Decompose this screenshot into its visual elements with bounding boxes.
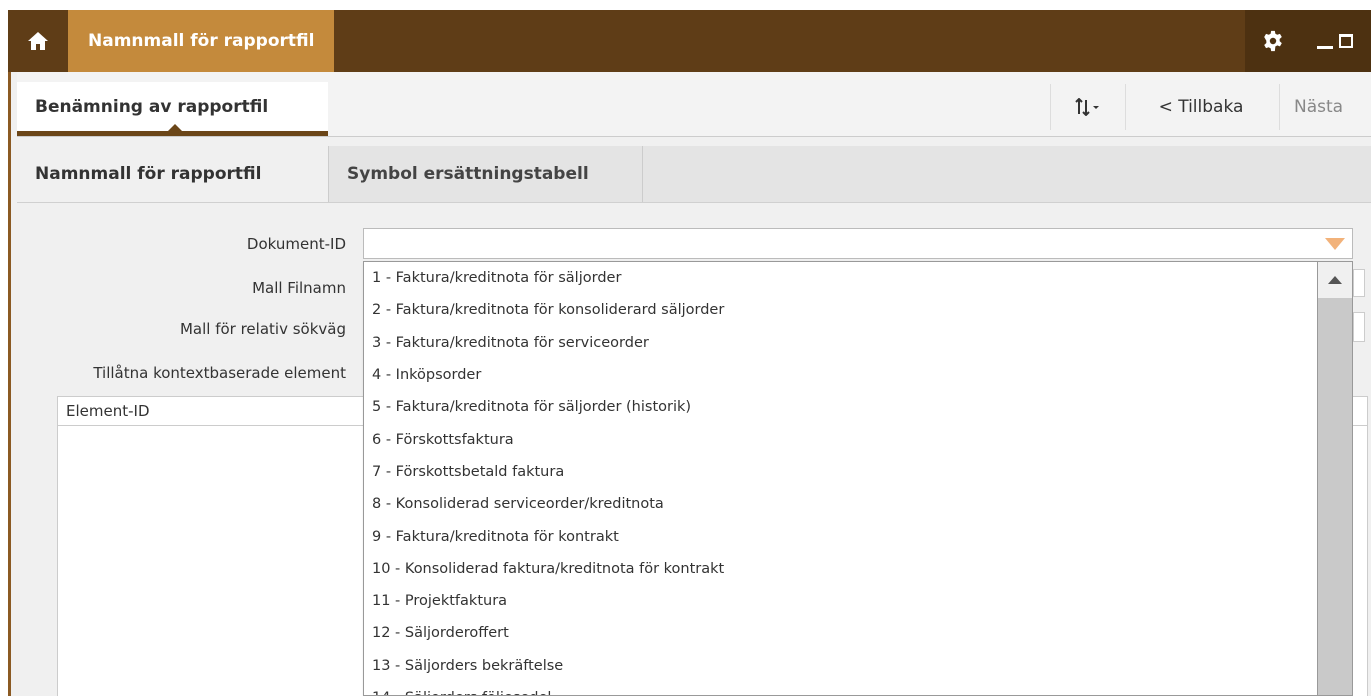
home-button[interactable] bbox=[8, 10, 68, 72]
chevron-down-icon bbox=[1325, 237, 1345, 250]
back-label: < Tillbaka bbox=[1158, 97, 1244, 117]
dropdown-option[interactable]: 13 - Säljorders bekräftelse bbox=[364, 650, 1317, 682]
dropdown-option[interactable]: 8 - Konsoliderad serviceorder/kreditnota bbox=[364, 488, 1317, 520]
dropdown-option[interactable]: 10 - Konsoliderad faktura/kreditnota för… bbox=[364, 553, 1317, 585]
title-bar: Namnmall för rapportfil bbox=[8, 10, 1371, 72]
dropdown-option[interactable]: 2 - Faktura/kreditnota för konsoliderard… bbox=[364, 294, 1317, 326]
tab-namnmall[interactable]: Namnmall för rapportfil bbox=[17, 146, 329, 202]
document-id-label: Dokument-ID bbox=[246, 235, 346, 253]
document-id-dropdown-list: 1 - Faktura/kreditnota för säljorder 2 - … bbox=[363, 261, 1318, 696]
chevron-up-icon bbox=[1328, 276, 1342, 284]
window-title-tab[interactable]: Namnmall för rapportfil bbox=[68, 10, 335, 72]
column-element-id[interactable]: Element-ID bbox=[66, 402, 150, 420]
template-filename-label: Mall Filnamn bbox=[252, 279, 346, 297]
toolbar: Benämning av rapportfil < Tillbaka Nästa bbox=[17, 72, 1371, 137]
sort-button[interactable] bbox=[1050, 84, 1125, 130]
dropdown-option[interactable]: 3 - Faktura/kreditnota för serviceorder bbox=[364, 327, 1317, 359]
scroll-up-button[interactable] bbox=[1318, 262, 1352, 298]
allowed-elements-label: Tillåtna kontextbaserade element bbox=[93, 364, 346, 382]
back-button[interactable]: < Tillbaka bbox=[1125, 84, 1276, 130]
dropdown-scrollbar[interactable] bbox=[1318, 261, 1353, 696]
next-label: Nästa bbox=[1294, 97, 1344, 117]
tab-symbol-label: Symbol ersättningstabell bbox=[347, 164, 589, 184]
dropdown-option[interactable]: 6 - Förskottsfaktura bbox=[364, 423, 1317, 455]
template-relpath-field[interactable] bbox=[1353, 312, 1365, 342]
template-relpath-label: Mall för relativ sökväg bbox=[179, 320, 346, 338]
subtab-bar: Namnmall för rapportfil Symbol ersättnin… bbox=[17, 146, 1371, 203]
gear-icon bbox=[1264, 30, 1282, 52]
page-tab-label: Benämning av rapportfil bbox=[35, 96, 269, 117]
sort-icon bbox=[1075, 98, 1099, 116]
dropdown-option[interactable]: 7 - Förskottsbetald faktura bbox=[364, 456, 1317, 488]
combo-dropdown-button[interactable] bbox=[1318, 229, 1352, 258]
document-id-combo[interactable] bbox=[363, 228, 1353, 259]
template-filename-field[interactable] bbox=[1353, 269, 1365, 297]
settings-button[interactable] bbox=[1245, 10, 1301, 72]
dropdown-option[interactable]: 11 - Projektfaktura bbox=[364, 585, 1317, 617]
tab-caret bbox=[167, 124, 183, 132]
window-title: Namnmall för rapportfil bbox=[88, 31, 315, 51]
page-tab-benamning[interactable]: Benämning av rapportfil bbox=[17, 82, 328, 136]
tab-namnmall-label: Namnmall för rapportfil bbox=[35, 164, 262, 184]
dropdown-option[interactable]: 12 - Säljorderoffert bbox=[364, 617, 1317, 649]
outer-margin bbox=[0, 0, 8, 696]
dropdown-option[interactable]: 1 - Faktura/kreditnota för säljorder bbox=[364, 262, 1317, 294]
minimize-icon[interactable] bbox=[1317, 45, 1333, 49]
maximize-icon[interactable] bbox=[1339, 34, 1353, 48]
dropdown-option[interactable]: 4 - Inköpsorder bbox=[364, 359, 1317, 391]
tab-symbol-ersattning[interactable]: Symbol ersättningstabell bbox=[329, 146, 643, 202]
dropdown-option[interactable]: 5 - Faktura/kreditnota för säljorder (hi… bbox=[364, 391, 1317, 423]
dropdown-option[interactable]: 9 - Faktura/kreditnota för kontrakt bbox=[364, 520, 1317, 552]
window-controls bbox=[1301, 10, 1371, 72]
dropdown-option[interactable]: 14 - Säljorders följesedel bbox=[364, 682, 1317, 695]
home-icon bbox=[28, 32, 48, 50]
next-button[interactable]: Nästa bbox=[1279, 84, 1371, 130]
